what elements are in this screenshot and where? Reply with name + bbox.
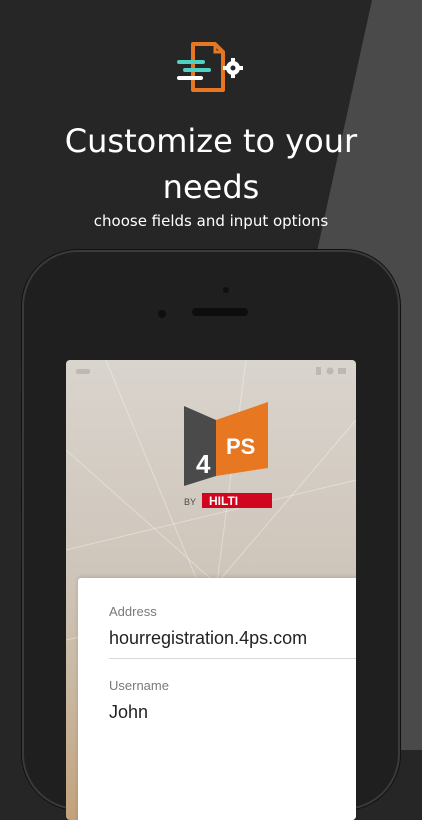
phone-screen: 4 PS BY HILTI Address hourregistration.4… [66,360,356,820]
address-underline [109,658,356,659]
proximity-sensor [158,310,166,318]
document-settings-icon [177,42,243,92]
address-label: Address [109,604,157,619]
username-label: Username [109,678,169,693]
logo-mark-text: 4 [196,449,211,479]
status-indicator [76,369,90,374]
login-form-card: Address hourregistration.4ps.com Usernam… [78,578,356,820]
earpiece-speaker [192,308,248,316]
status-icons [316,367,346,375]
headline-line-2: needs [162,168,260,206]
headline: Customize to your needs [0,118,422,210]
subheadline: choose fields and input options [93,212,329,230]
status-bar [66,360,356,382]
address-field[interactable]: hourregistration.4ps.com [109,628,307,649]
logo-brand-text: HILTI [209,494,238,508]
phone-mockup: 4 PS BY HILTI Address hourregistration.4… [22,250,400,820]
front-camera [223,287,229,293]
headline-line-1: Customize to your [64,122,358,160]
username-field[interactable]: John [109,702,148,723]
logo-ps-text: PS [226,434,255,459]
app-logo: 4 PS BY HILTI [184,402,272,508]
logo-by-text: BY [184,497,196,507]
